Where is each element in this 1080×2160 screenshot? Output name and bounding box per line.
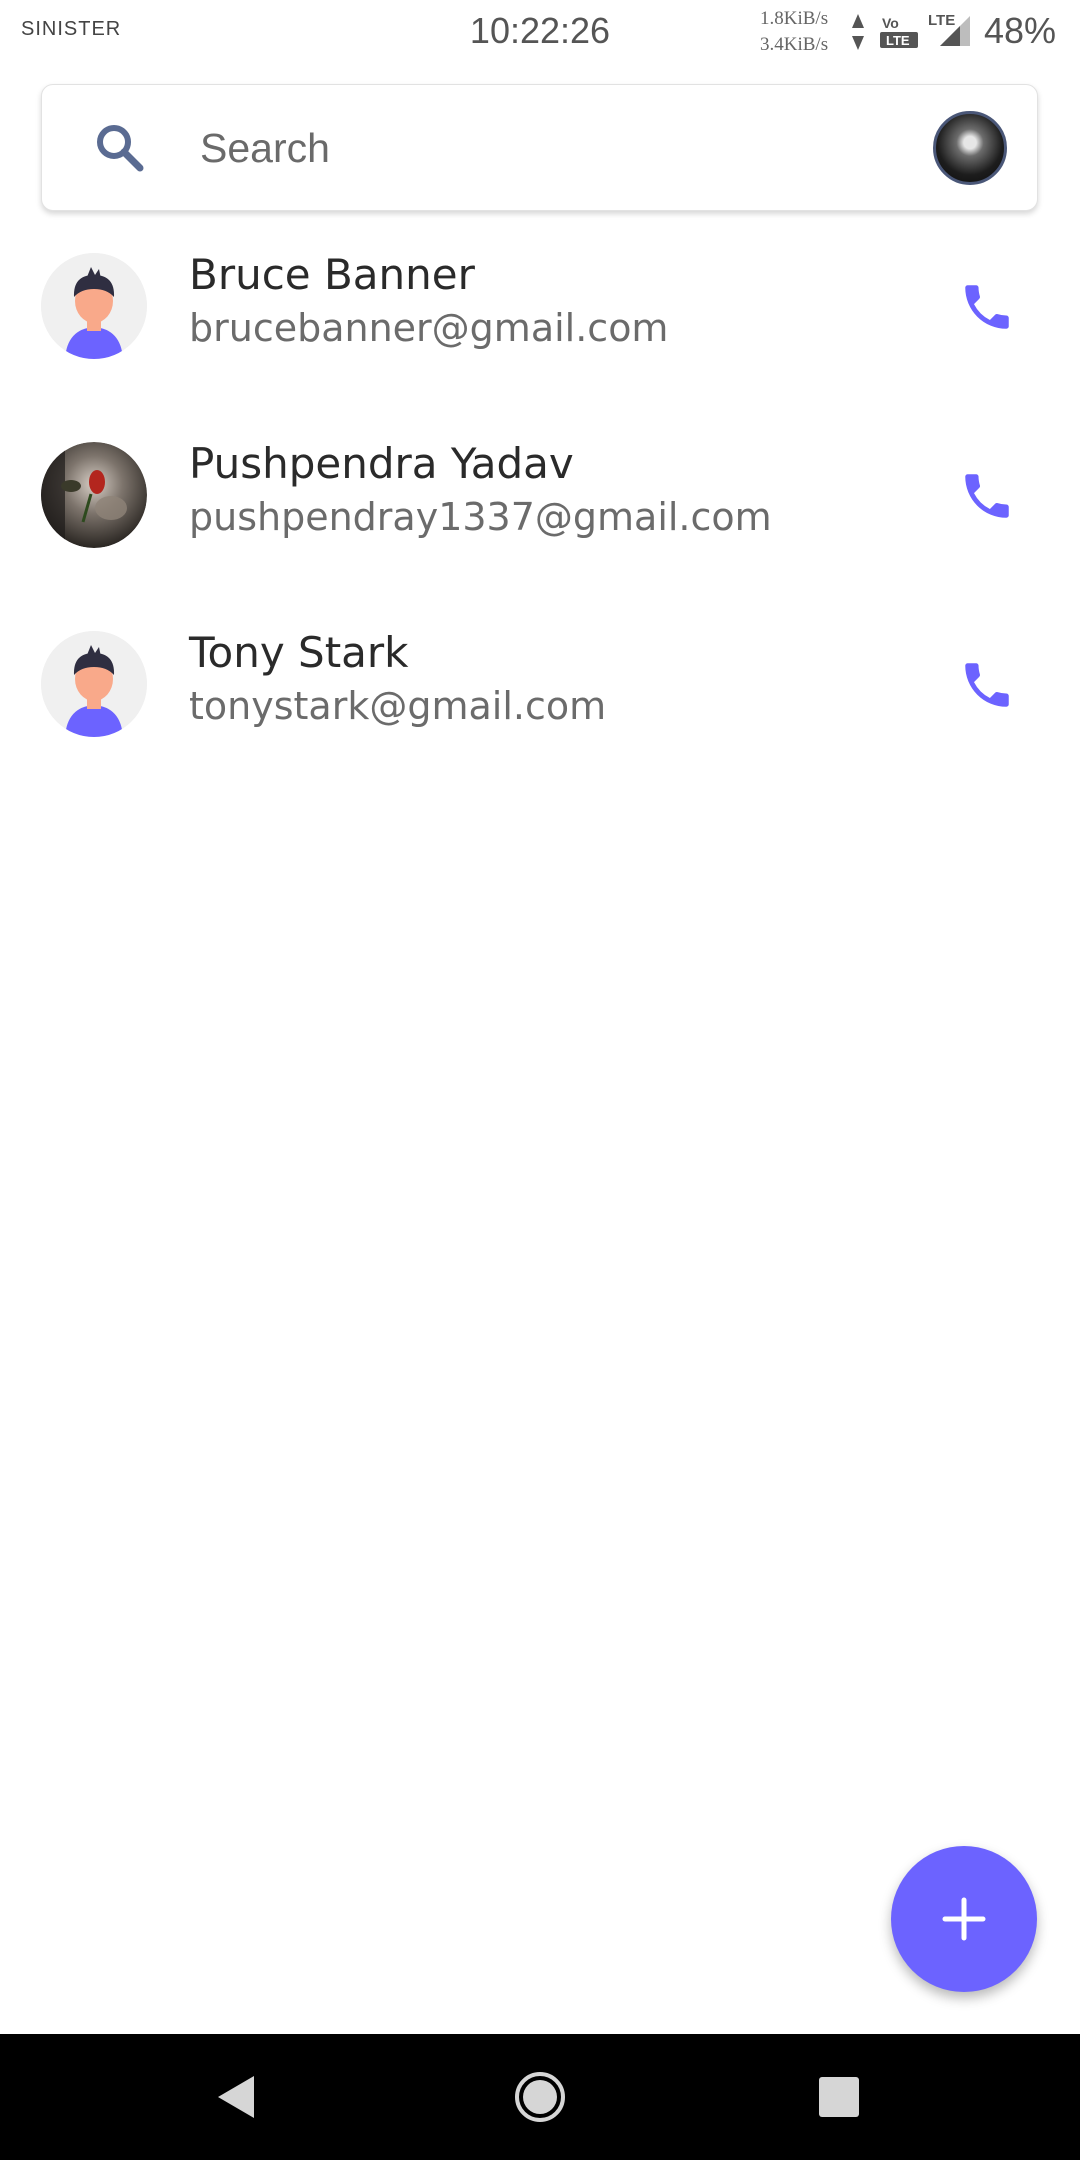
- contact-email: pushpendray1337@gmail.com: [189, 495, 772, 539]
- svg-text:Vo: Vo: [882, 15, 899, 31]
- search-bar[interactable]: [41, 84, 1038, 211]
- plus-icon: [942, 1897, 986, 1941]
- svg-text:LTE: LTE: [886, 33, 910, 48]
- default-person-avatar: [41, 631, 147, 737]
- status-clock: 10:22:26: [469, 10, 611, 51]
- home-icon[interactable]: [513, 2070, 567, 2124]
- download-speed: 3.4KiB/s: [760, 34, 829, 55]
- contact-row[interactable]: Tony Stark tonystark@gmail.com: [0, 608, 1080, 758]
- contact-name: Bruce Banner: [189, 250, 475, 299]
- contact-row[interactable]: Bruce Banner brucebanner@gmail.com: [0, 230, 1080, 380]
- profile-avatar[interactable]: [933, 111, 1007, 185]
- status-bar: SINISTER 10:22:26 1.8KiB/s 3.4KiB/s Vo L…: [0, 0, 1080, 66]
- default-person-avatar: [41, 253, 147, 359]
- phone-icon[interactable]: [958, 656, 1016, 714]
- data-activity-icon: [852, 14, 864, 50]
- volte-icon: Vo LTE: [880, 15, 918, 48]
- upload-speed: 1.8KiB/s: [760, 8, 829, 29]
- navigation-bar: [0, 2034, 1080, 2160]
- phone-icon[interactable]: [958, 278, 1016, 336]
- battery-level: 48%: [984, 10, 1057, 51]
- contact-email: tonystark@gmail.com: [189, 684, 607, 728]
- recent-apps-icon[interactable]: [818, 2076, 860, 2118]
- contact-name: Pushpendra Yadav: [189, 439, 574, 488]
- contact-email: brucebanner@gmail.com: [189, 306, 669, 350]
- signal-strength-icon: [940, 16, 970, 46]
- search-input[interactable]: [200, 113, 920, 183]
- phone-icon[interactable]: [958, 467, 1016, 525]
- contacts-screen: SINISTER 10:22:26 1.8KiB/s 3.4KiB/s Vo L…: [0, 0, 1080, 2160]
- contact-name: Tony Stark: [189, 628, 409, 677]
- network-speed: 1.8KiB/s 3.4KiB/s: [760, 6, 828, 58]
- back-icon[interactable]: [214, 2074, 260, 2120]
- search-icon[interactable]: [90, 118, 150, 178]
- add-contact-button[interactable]: [891, 1846, 1037, 1992]
- photo-avatar: [41, 442, 147, 548]
- contact-row[interactable]: Pushpendra Yadav pushpendray1337@gmail.c…: [0, 419, 1080, 569]
